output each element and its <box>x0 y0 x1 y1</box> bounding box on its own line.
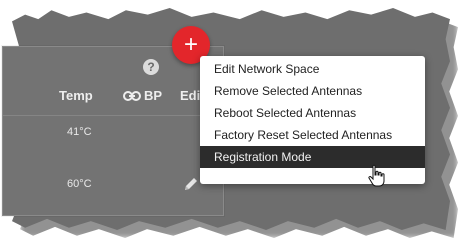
menu-item-registration-mode[interactable]: Registration Mode <box>200 146 425 168</box>
column-header-edit[interactable]: Edi <box>180 88 200 103</box>
menu-item-factory-reset-selected-antennas[interactable]: Factory Reset Selected Antennas <box>200 124 425 146</box>
column-header-bp-label: BP <box>144 88 163 103</box>
screenshot-stage: ? Temp BP Edi 41°C 60°C + Edit Network S… <box>0 0 463 241</box>
row-2-temp: 60°C <box>67 178 92 190</box>
column-header-bp[interactable]: BP <box>123 88 162 103</box>
plus-icon: + <box>183 31 198 58</box>
hand-pointer-icon <box>368 164 385 187</box>
antenna-panel: ? Temp BP Edi 41°C 60°C <box>2 46 224 216</box>
link-icon <box>123 90 141 101</box>
column-header-temp[interactable]: Temp <box>59 88 93 103</box>
pencil-icon[interactable] <box>183 176 199 192</box>
menu-item-remove-selected-antennas[interactable]: Remove Selected Antennas <box>200 80 425 102</box>
row-1-temp: 41°C <box>67 126 92 138</box>
question-circle-icon[interactable]: ? <box>143 59 159 75</box>
actions-dropdown-menu: Edit Network Space Remove Selected Anten… <box>200 56 425 184</box>
menu-item-edit-network-space[interactable]: Edit Network Space <box>200 58 425 80</box>
menu-item-reboot-selected-antennas[interactable]: Reboot Selected Antennas <box>200 102 425 124</box>
header-divider <box>3 115 223 116</box>
